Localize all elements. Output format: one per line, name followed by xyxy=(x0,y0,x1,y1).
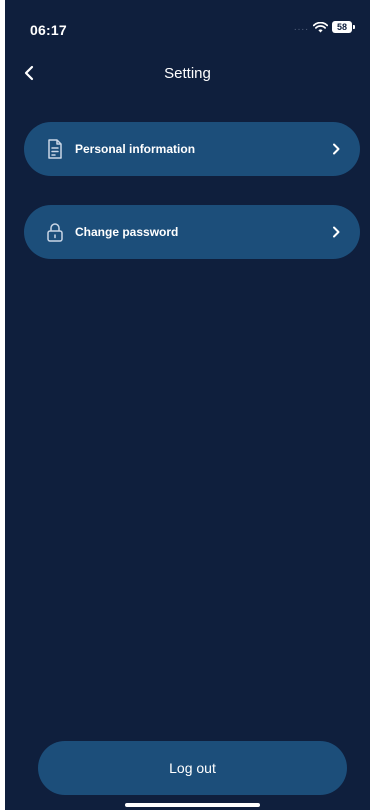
nav-bar: Setting xyxy=(5,55,370,95)
battery-icon: 58 xyxy=(332,21,355,33)
logout-button[interactable]: Log out xyxy=(38,741,347,795)
chevron-right-icon xyxy=(332,226,340,238)
settings-screen: 06:17 .... 58 Setting Personal informati… xyxy=(5,0,370,810)
status-time: 06:17 xyxy=(30,22,67,38)
profile-document-icon xyxy=(43,137,67,161)
change-password-label: Change password xyxy=(75,225,179,239)
wifi-icon xyxy=(313,21,328,33)
lock-icon xyxy=(43,220,67,244)
home-indicator xyxy=(125,803,260,807)
change-password-item[interactable]: Change password xyxy=(24,205,360,259)
cellular-signal-icon: .... xyxy=(293,21,309,33)
status-indicators: .... 58 xyxy=(293,21,355,33)
page-title: Setting xyxy=(164,65,211,82)
personal-information-item[interactable]: Personal information xyxy=(24,122,360,176)
chevron-right-icon xyxy=(332,143,340,155)
personal-information-label: Personal information xyxy=(75,142,196,156)
status-bar: 06:17 .... 58 xyxy=(5,0,370,50)
